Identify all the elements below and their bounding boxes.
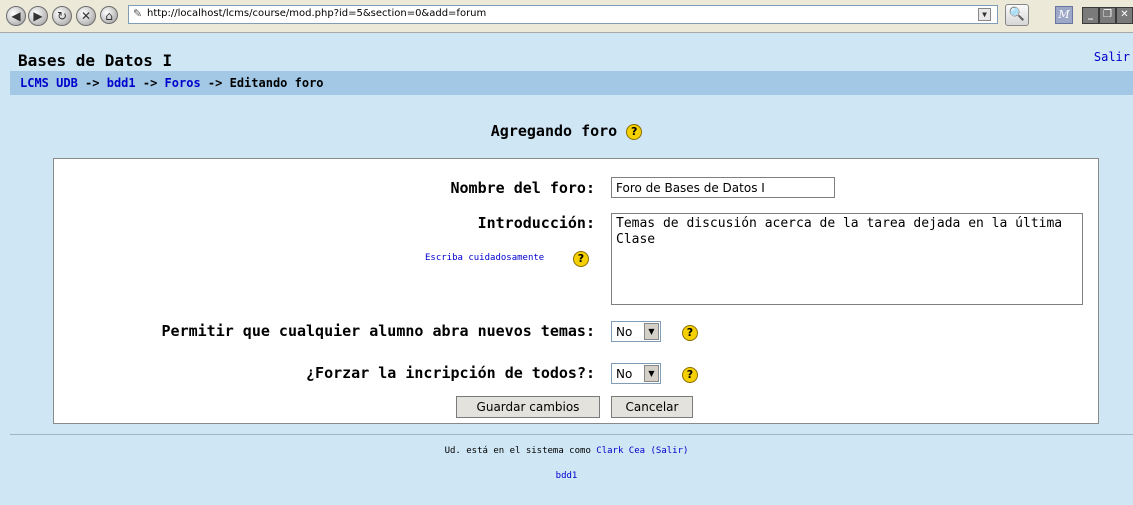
breadcrumb-separator: -> <box>207 76 223 90</box>
navbar: LCMS UDB -> bdd1 -> Foros -> Editando fo… <box>10 71 1133 95</box>
force-subscribe-value: No <box>616 367 633 381</box>
breadcrumb-current: Editando foro <box>229 76 324 90</box>
forward-arrow-icon[interactable]: ▶ <box>28 6 48 26</box>
user-link[interactable]: Clark Cea <box>596 446 645 456</box>
page-heading: Agregando foro ? <box>0 122 1133 140</box>
login-info-prefix: Ud. está en el sistema como <box>444 446 591 456</box>
breadcrumb-home[interactable]: LCMS UDB <box>20 76 78 90</box>
forum-name-input[interactable]: Foro de Bases de Datos I <box>611 177 835 198</box>
breadcrumb: LCMS UDB -> bdd1 -> Foros -> Editando fo… <box>20 76 324 90</box>
forum-name-label: Nombre del foro: <box>450 179 596 197</box>
force-subscribe-label: ¿Forzar la incripción de todos?: <box>306 364 595 382</box>
login-info: Ud. está en el sistema como Clark Cea (S… <box>0 446 1133 456</box>
allow-new-topics-value: No <box>616 325 633 339</box>
chevron-down-icon[interactable]: ▼ <box>644 323 659 340</box>
intro-textarea[interactable]: Temas de discusión acerca de la tarea de… <box>611 213 1083 305</box>
help-icon[interactable]: ? <box>626 123 643 140</box>
footer-course-link[interactable]: bdd1 <box>0 471 1133 481</box>
help-icon[interactable]: ? <box>573 251 589 267</box>
allow-new-topics-label: Permitir que cualquier alumno abra nuevo… <box>161 322 595 340</box>
help-icon[interactable]: ? <box>682 325 698 341</box>
footer-logout-link[interactable]: (Salir) <box>651 446 689 456</box>
stop-icon[interactable]: ✕ <box>76 6 96 26</box>
save-button[interactable]: Guardar cambios <box>456 396 600 418</box>
breadcrumb-separator: -> <box>85 76 100 90</box>
footer-divider <box>10 434 1133 435</box>
page-icon: ✎ <box>133 7 143 20</box>
allow-new-topics-select[interactable]: No ▼ <box>611 321 661 342</box>
page-title: Agregando foro <box>490 122 618 140</box>
intro-label: Introducción: <box>477 214 595 232</box>
write-carefully-link[interactable]: Escriba cuidadosamente <box>425 253 544 263</box>
search-icon[interactable]: 🔍 <box>1005 4 1029 26</box>
minimize-icon[interactable]: _ <box>1082 7 1099 24</box>
chevron-down-icon[interactable]: ▼ <box>644 365 659 382</box>
forum-form: Nombre del foro: Foro de Bases de Datos … <box>53 158 1099 424</box>
home-icon[interactable]: ⌂ <box>100 6 118 24</box>
force-subscribe-select[interactable]: No ▼ <box>611 363 661 384</box>
browser-toolbar: ◀ ▶ ↻ ✕ ⌂ ✎ http://localhost/lcms/course… <box>0 0 1133 33</box>
breadcrumb-course[interactable]: bdd1 <box>107 76 136 90</box>
cancel-button[interactable]: Cancelar <box>611 396 693 418</box>
breadcrumb-forums[interactable]: Foros <box>165 76 201 90</box>
close-window-icon[interactable]: ✕ <box>1116 7 1133 24</box>
restore-icon[interactable]: ❐ <box>1099 7 1116 24</box>
browser-logo-icon: M <box>1055 6 1073 24</box>
reload-icon[interactable]: ↻ <box>52 6 72 26</box>
site-title: Bases de Datos I <box>18 51 173 70</box>
address-url[interactable]: http://localhost/lcms/course/mod.php?id=… <box>147 8 486 19</box>
breadcrumb-separator: -> <box>142 76 158 90</box>
back-arrow-icon[interactable]: ◀ <box>6 6 26 26</box>
help-icon[interactable]: ? <box>682 367 698 383</box>
address-dropdown-icon[interactable]: ▼ <box>978 8 991 21</box>
address-bar[interactable]: ✎ http://localhost/lcms/course/mod.php?i… <box>128 5 998 24</box>
logout-link[interactable]: Salir <box>1094 50 1130 64</box>
